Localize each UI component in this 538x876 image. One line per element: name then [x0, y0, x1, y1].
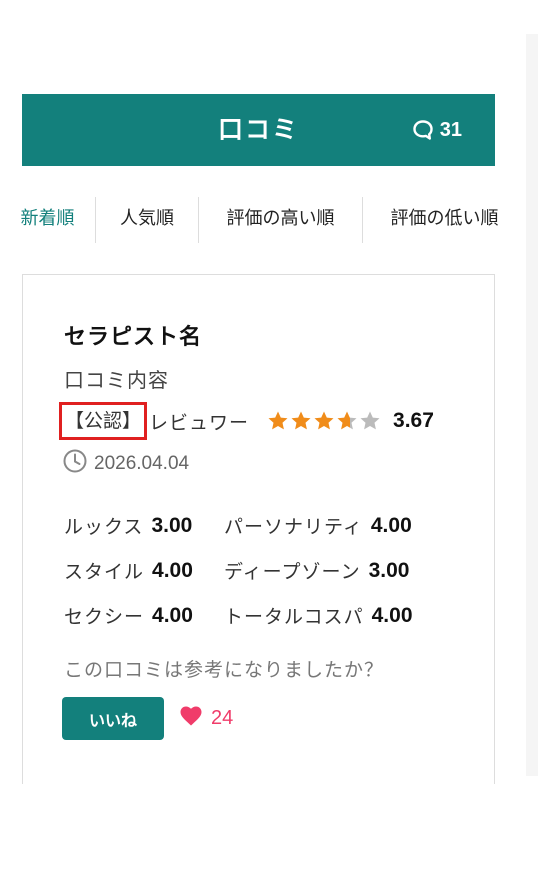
helpful-question: この口コミは参考になりましたか？ [64, 659, 385, 681]
score-table: ルックス 3.00 パーソナリティ 4.00 スタイル 4.00 ディープゾーン… [64, 503, 484, 638]
reviewer-row: 【公認】 レビュワー 3.67 [59, 402, 434, 440]
heart-icon [179, 705, 203, 733]
score-label: トータルコスパ [224, 606, 364, 628]
score-deep-zone: ディープゾーン 3.00 [224, 557, 409, 584]
tab-popular[interactable]: 人気順 [95, 197, 198, 243]
sort-tabs: 新着順 人気順 評価の高い順 評価の低い順 [0, 197, 526, 243]
review-count: 31 [412, 94, 462, 166]
reviewer-label: レビュワー [149, 411, 250, 434]
score-label: スタイル [64, 561, 145, 583]
star-icon [268, 411, 288, 430]
score-label: セクシー [64, 606, 145, 628]
score-value: 4.00 [152, 558, 193, 582]
score-value: 4.00 [371, 603, 413, 627]
score-value: 4.00 [152, 603, 193, 627]
score-total-value: トータルコスパ 4.00 [224, 602, 413, 629]
review-date-row: 2026.04.04 [62, 448, 189, 480]
score-value: 3.00 [151, 513, 193, 537]
therapist-name[interactable]: セラピスト名 [64, 319, 202, 351]
score-row: セクシー 4.00 トータルコスパ 4.00 [64, 593, 484, 638]
score-row: スタイル 4.00 ディープゾーン 3.00 [64, 548, 484, 593]
review-count-value: 31 [439, 118, 462, 141]
like-button[interactable]: いいね [62, 697, 164, 740]
like-row: いいね 24 [62, 697, 233, 740]
tab-highest-rated[interactable]: 評価の高い順 [198, 197, 362, 243]
star-icon [337, 411, 357, 430]
reviews-header: 口コミ 31 [22, 94, 495, 166]
comment-bubble-icon [412, 119, 434, 141]
review-date: 2026.04.04 [94, 453, 190, 474]
score-sexy: セクシー 4.00 [64, 602, 224, 629]
review-card: セラピスト名 口コミ内容 【公認】 レビュワー 3.67 2026.04.04 … [22, 274, 495, 784]
score-looks: ルックス 3.00 [64, 512, 224, 539]
clock-icon [62, 448, 88, 480]
star-icon [314, 411, 334, 430]
rating-value: 3.67 [393, 409, 434, 432]
star-icon [291, 411, 311, 430]
tab-lowest-rated[interactable]: 評価の低い順 [362, 197, 526, 243]
score-value: 4.00 [370, 513, 412, 537]
score-value: 3.00 [368, 558, 410, 582]
star-icon [360, 411, 380, 430]
score-personality: パーソナリティ 4.00 [224, 512, 412, 539]
score-row: ルックス 3.00 パーソナリティ 4.00 [64, 503, 484, 548]
like-count-value: 24 [211, 707, 234, 729]
review-content: 口コミ内容 [64, 368, 169, 392]
score-label: パーソナリティ [224, 516, 363, 538]
like-count: 24 [179, 705, 233, 733]
star-rating [267, 410, 381, 432]
official-badge: 【公認】 [59, 402, 148, 440]
score-label: ルックス [64, 516, 144, 538]
tab-newest[interactable]: 新着順 [0, 197, 95, 243]
scroll-track [526, 34, 538, 776]
score-label: ディープゾーン [224, 561, 361, 583]
score-style: スタイル 4.00 [64, 557, 224, 584]
